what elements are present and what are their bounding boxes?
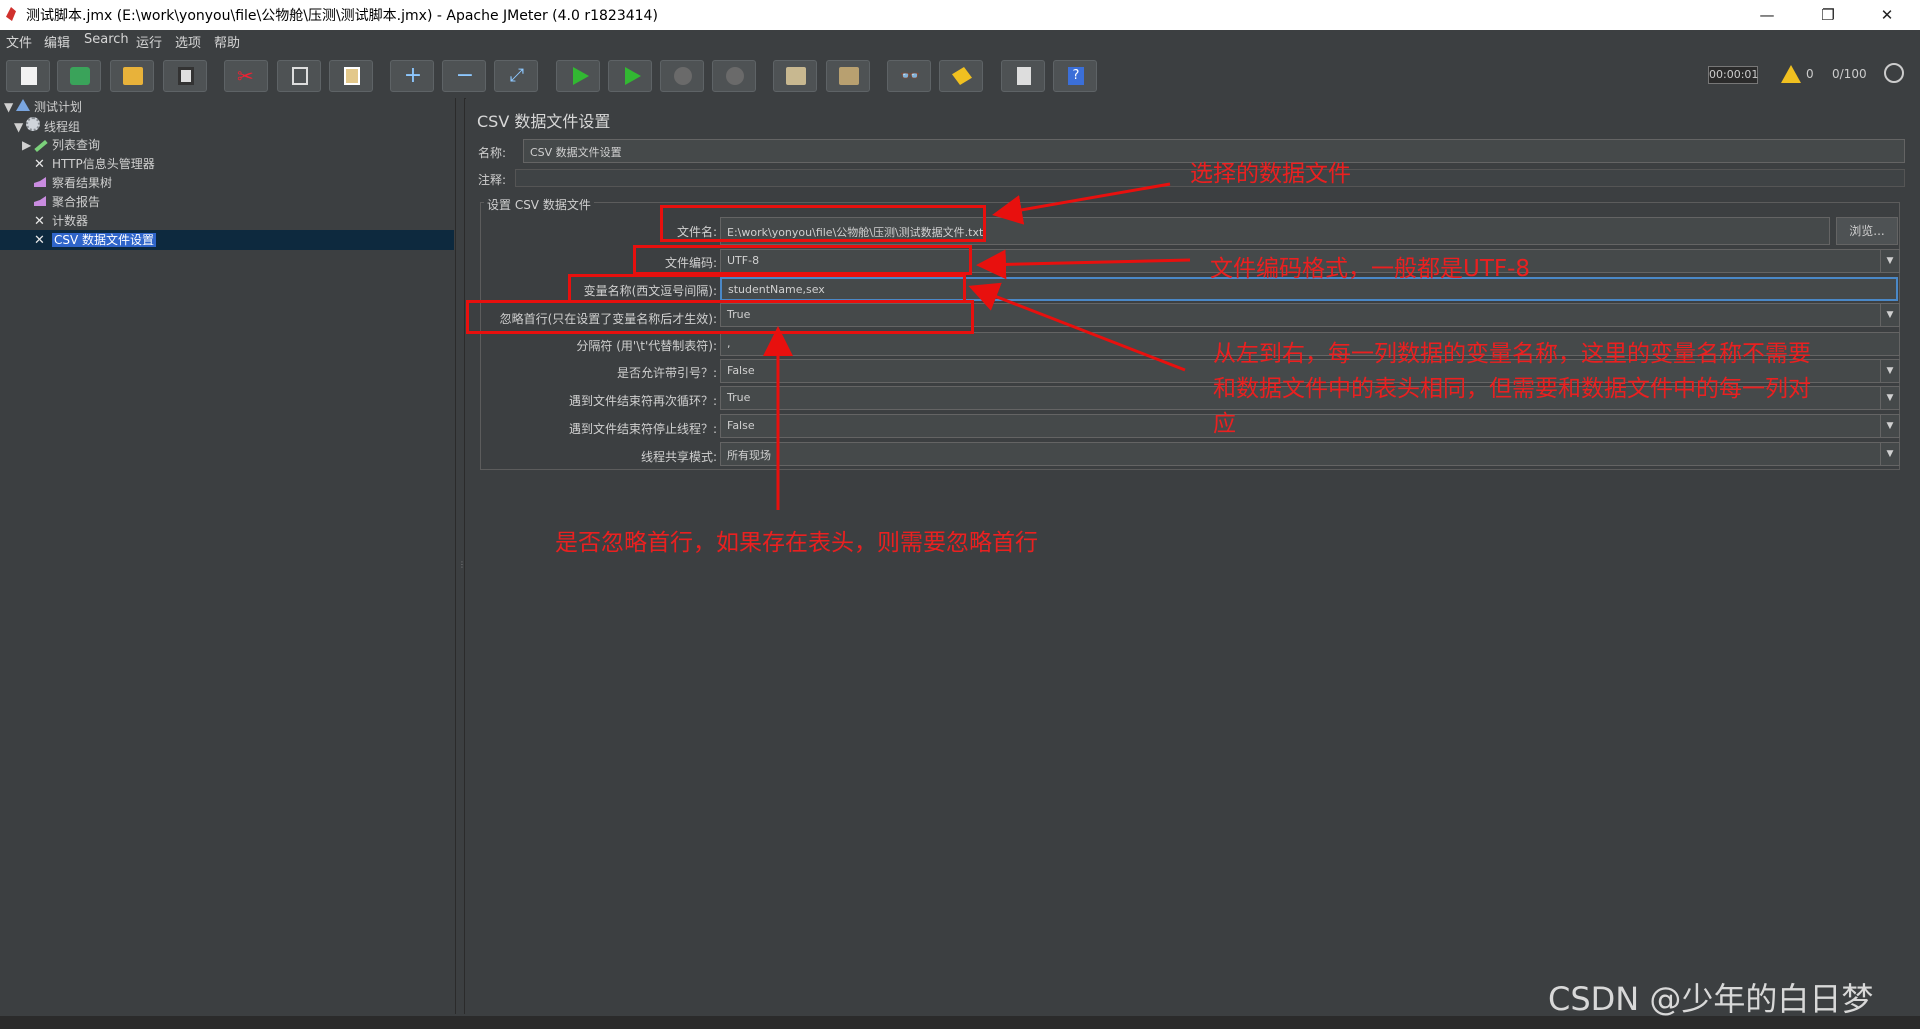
arrow-to-filename [992, 182, 1171, 225]
annotation-variable-names-line1: 从左到右，每一列数据的变量名称，这里的变量名称不需要 [1213, 341, 1811, 367]
arrow-to-variable-names [968, 282, 1186, 372]
status-strip [0, 1016, 1920, 1029]
arrow-to-encoding [976, 249, 1191, 280]
watermark: CSDN @少年的白日梦 [1548, 980, 1874, 1018]
annotation-ignore-first-line: 是否忽略首行，如果存在表头，则需要忽略首行 [555, 530, 1038, 556]
annotation-arrows [763, 182, 1191, 510]
annotation-variable-names-line3: 应 [1213, 411, 1236, 437]
annotation-variable-names-line2: 和数据文件中的表头相同，但需要和数据文件中的每一列对 [1213, 376, 1811, 402]
annotation-encoding: 文件编码格式，一般都是UTF-8 [1210, 256, 1531, 282]
annotation-data-file: 选择的数据文件 [1190, 161, 1351, 187]
